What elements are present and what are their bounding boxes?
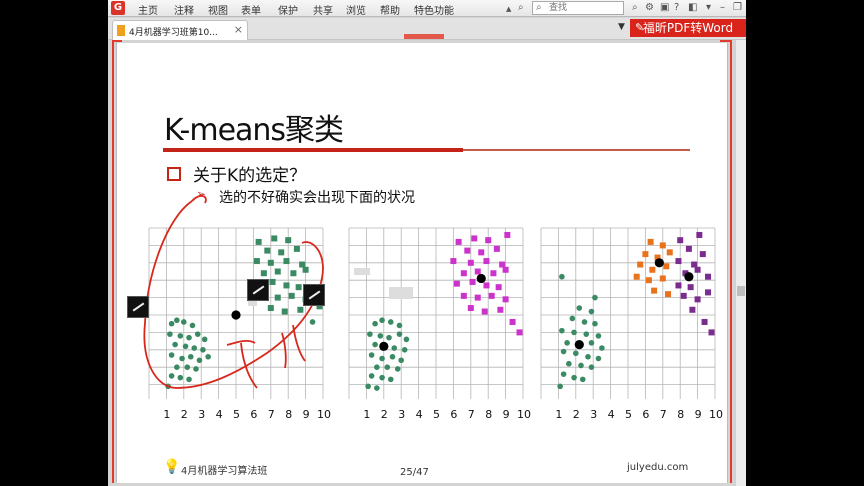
menu-share[interactable]: 共享 xyxy=(313,2,333,17)
menu-help[interactable]: 帮助 xyxy=(380,2,400,17)
selection-border-left xyxy=(112,40,114,483)
search-icon: ⌕ xyxy=(536,2,542,13)
slide-page: K-means聚类 关于K的选定？ ➢ 选的不好确实会出现下面的状况 12345… xyxy=(116,43,728,483)
menu-protect[interactable]: 保护 xyxy=(278,2,298,17)
menu-form[interactable]: 表单 xyxy=(241,2,261,17)
menu-home[interactable]: 主页 xyxy=(138,2,158,17)
page-progress-marker xyxy=(404,34,444,39)
user-avatar-icon[interactable]: ◧ xyxy=(688,2,697,13)
pen-icon: ✎ xyxy=(635,21,645,34)
tab-list-dropdown-icon[interactable]: ▼ xyxy=(618,22,625,32)
menu-comment[interactable]: 注释 xyxy=(174,2,194,17)
selection-border-right xyxy=(730,40,732,483)
pen-tool-icon[interactable] xyxy=(127,296,149,318)
menu-bar: G 主页 注释 视图 表单 保护 共享 浏览 帮助 特色功能 ▲ ⌕ ⌕ ⌕ ⚙… xyxy=(108,0,746,17)
selection-border-top-right xyxy=(720,40,732,42)
selection-border-top xyxy=(112,40,122,42)
app-logo-icon[interactable]: G xyxy=(111,1,125,15)
pdf-reader-window: G 主页 注释 视图 表单 保护 共享 浏览 帮助 特色功能 ▲ ⌕ ⌕ ⌕ ⚙… xyxy=(108,0,746,486)
pen-tool-icon[interactable] xyxy=(247,279,269,301)
close-tab-icon[interactable]: × xyxy=(234,23,243,36)
search-box[interactable]: ⌕ xyxy=(532,1,624,15)
footer-course-name: 4月机器学习算法班 xyxy=(181,466,268,477)
menu-browse[interactable]: 浏览 xyxy=(346,2,366,17)
pdf-file-icon xyxy=(117,25,125,36)
search-input[interactable] xyxy=(549,2,621,14)
document-viewer[interactable]: K-means聚类 关于K的选定？ ➢ 选的不好确实会出现下面的状况 12345… xyxy=(108,40,746,486)
pdf-to-word-label: 福昕PDF转Word xyxy=(642,21,734,35)
find-icon[interactable]: ⌕ xyxy=(518,2,524,13)
vertical-scrollbar[interactable] xyxy=(735,40,746,486)
minimize-icon[interactable]: – xyxy=(720,2,725,13)
pdf-to-word-button[interactable]: ✎ 福昕PDF转Word xyxy=(630,19,746,37)
help-icon[interactable]: ? xyxy=(674,2,679,13)
lightbulb-icon: 💡 xyxy=(163,459,181,475)
pen-tool-icon[interactable] xyxy=(303,284,325,306)
restore-icon[interactable]: ❐ xyxy=(733,2,742,13)
menu-view[interactable]: 视图 xyxy=(208,2,228,17)
user-menu-caret-icon[interactable]: ▾ xyxy=(706,2,711,13)
document-tab[interactable]: 4月机器学习班第10... × xyxy=(112,20,248,40)
footer-site: julyedu.com xyxy=(627,462,689,473)
skin-icon[interactable]: ▣ xyxy=(660,2,669,13)
ribbon-collapse-icon[interactable]: ▲ xyxy=(506,5,511,13)
document-tab-title: 4月机器学习班第10... xyxy=(129,28,218,38)
scrollbar-thumb[interactable] xyxy=(737,286,745,296)
handwritten-annotation xyxy=(143,195,413,389)
menu-features[interactable]: 特色功能 xyxy=(414,2,454,17)
find-options-icon[interactable]: ⌕ xyxy=(632,2,638,13)
page-number: 25/47 xyxy=(400,467,429,478)
gear-icon[interactable]: ⚙ xyxy=(645,2,654,13)
